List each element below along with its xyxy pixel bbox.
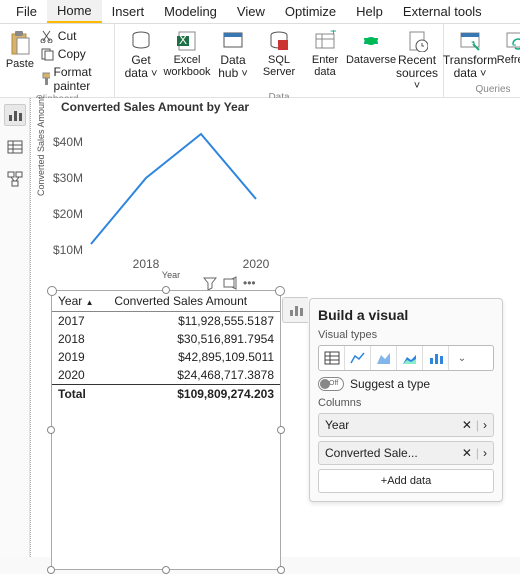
brush-icon <box>40 72 50 86</box>
chart-title: Converted Sales Amount by Year <box>61 100 291 114</box>
suggest-toggle[interactable]: Off <box>318 377 344 391</box>
svg-text:$10M: $10M <box>53 243 83 257</box>
excel-workbook-button[interactable]: XExcel workbook <box>165 26 209 78</box>
enterdata-icon: + <box>314 30 336 52</box>
get-data-button[interactable]: Get data ˅ <box>119 26 163 80</box>
viz-stacked-area-button[interactable] <box>397 346 423 370</box>
col-header-year[interactable]: Year ▲ <box>52 291 108 312</box>
transform-data-button[interactable]: Transform data ˅ <box>448 26 492 80</box>
dataverse-button[interactable]: Dataverse <box>349 26 393 66</box>
data-hub-button[interactable]: Data hub ˅ <box>211 26 255 80</box>
view-switcher <box>0 98 30 557</box>
refresh-button[interactable]: Refresh <box>494 26 520 66</box>
menu-home[interactable]: Home <box>47 0 102 23</box>
cut-icon <box>40 29 54 43</box>
col-header-amount[interactable]: Converted Sales Amount <box>108 291 280 312</box>
model-view-button[interactable] <box>4 168 26 190</box>
recent-sources-button[interactable]: Recent sources ˅ <box>395 26 439 92</box>
workspace: Converted Sales Amount by Year Converted… <box>0 98 520 557</box>
datahub-icon <box>222 30 244 52</box>
viz-table-button[interactable] <box>319 346 345 370</box>
filter-icon[interactable] <box>203 276 217 290</box>
data-table: Year ▲ Converted Sales Amount 2017$11,92… <box>52 291 280 403</box>
panel-title: Build a visual <box>318 307 494 323</box>
chart-y-axis-label: Converted Sales Amount <box>36 96 46 196</box>
recent-icon <box>406 30 428 52</box>
table-row[interactable]: 2017$11,928,555.5187 <box>52 312 280 331</box>
copy-button[interactable]: Copy <box>38 46 110 62</box>
menu-view[interactable]: View <box>227 1 275 22</box>
svg-text:2018: 2018 <box>133 257 160 271</box>
table-icon <box>7 139 23 155</box>
chart-x-axis-label: Year <box>162 270 180 280</box>
visual-types-label: Visual types <box>318 329 494 341</box>
chart-svg: $10M $20M $30M $40M 2018 2020 <box>51 116 281 276</box>
menu-help[interactable]: Help <box>346 1 393 22</box>
menu-modeling[interactable]: Modeling <box>154 1 227 22</box>
transform-icon <box>459 30 481 52</box>
model-icon <box>7 171 23 187</box>
field-chevron-icon[interactable]: › <box>483 418 487 432</box>
database-icon <box>130 30 152 52</box>
report-canvas[interactable]: Converted Sales Amount by Year Converted… <box>30 98 520 557</box>
remove-field-icon[interactable]: ✕ <box>462 446 472 460</box>
viz-line-button[interactable] <box>345 346 371 370</box>
svg-text:$30M: $30M <box>53 171 83 185</box>
report-icon <box>7 107 23 123</box>
viz-bar-button[interactable] <box>423 346 449 370</box>
sql-icon <box>268 30 290 52</box>
visual-types-row: ⌄ <box>318 345 494 371</box>
table-row[interactable]: 2020$24,468,717.3878 <box>52 366 280 385</box>
report-view-button[interactable] <box>4 104 26 126</box>
menubar: File Home Insert Modeling View Optimize … <box>0 0 520 24</box>
viz-area-button[interactable] <box>371 346 397 370</box>
menu-external-tools[interactable]: External tools <box>393 1 492 22</box>
build-visual-panel: Build a visual Visual types ⌄ Off Sugges… <box>309 298 503 502</box>
menu-insert[interactable]: Insert <box>102 1 155 22</box>
ribbon-group-clipboard: Paste Cut Copy Format painter Clipboard <box>0 24 115 97</box>
svg-text:2020: 2020 <box>243 257 270 271</box>
svg-text:X: X <box>179 33 187 47</box>
dataverse-icon <box>360 30 382 52</box>
copy-icon <box>40 47 54 61</box>
ribbon-group-data: Get data ˅ XExcel workbook Data hub ˅ SQ… <box>115 24 444 97</box>
ribbon: Paste Cut Copy Format painter Clipboard … <box>0 24 520 98</box>
menu-optimize[interactable]: Optimize <box>275 1 346 22</box>
group-label-queries: Queries <box>476 84 511 97</box>
suggest-label: Suggest a type <box>350 377 430 391</box>
buildvisual-icon <box>288 302 304 318</box>
chevron-down-icon: ⌄ <box>458 353 466 364</box>
refresh-icon <box>505 30 520 52</box>
format-painter-button[interactable]: Format painter <box>38 64 110 94</box>
table-total-row: Total$109,809,274.203 <box>52 385 280 404</box>
paste-button[interactable]: Paste <box>4 26 36 70</box>
excel-icon: X <box>176 30 198 52</box>
add-data-button[interactable]: +Add data <box>318 469 494 493</box>
viz-more-button[interactable]: ⌄ <box>449 346 475 370</box>
build-visual-tab[interactable] <box>282 297 308 323</box>
focus-mode-icon[interactable] <box>223 276 237 290</box>
svg-text:$40M: $40M <box>53 135 83 149</box>
ribbon-group-queries: Transform data ˅ Refresh Queries <box>444 24 520 97</box>
menu-file[interactable]: File <box>6 1 47 22</box>
table-visual[interactable]: Year ▲ Converted Sales Amount 2017$11,92… <box>51 290 281 570</box>
enter-data-button[interactable]: +Enter data <box>303 26 347 78</box>
field-well-year[interactable]: Year ✕|› <box>318 413 494 437</box>
field-well-amount[interactable]: Converted Sale... ✕|› <box>318 441 494 465</box>
sql-server-button[interactable]: SQL Server <box>257 26 301 78</box>
remove-field-icon[interactable]: ✕ <box>462 418 472 432</box>
field-chevron-icon[interactable]: › <box>483 446 487 460</box>
table-row[interactable]: 2018$30,516,891.7954 <box>52 330 280 348</box>
svg-text:$20M: $20M <box>53 207 83 221</box>
cut-button[interactable]: Cut <box>38 28 110 44</box>
paste-icon <box>9 30 31 56</box>
svg-text:+: + <box>330 30 336 38</box>
table-row[interactable]: 2019$42,895,109.5011 <box>52 348 280 366</box>
more-options-icon[interactable]: ••• <box>243 276 256 290</box>
line-chart-visual[interactable]: Converted Sales Amount by Year Converted… <box>51 100 291 280</box>
columns-label: Columns <box>318 397 494 409</box>
data-view-button[interactable] <box>4 136 26 158</box>
